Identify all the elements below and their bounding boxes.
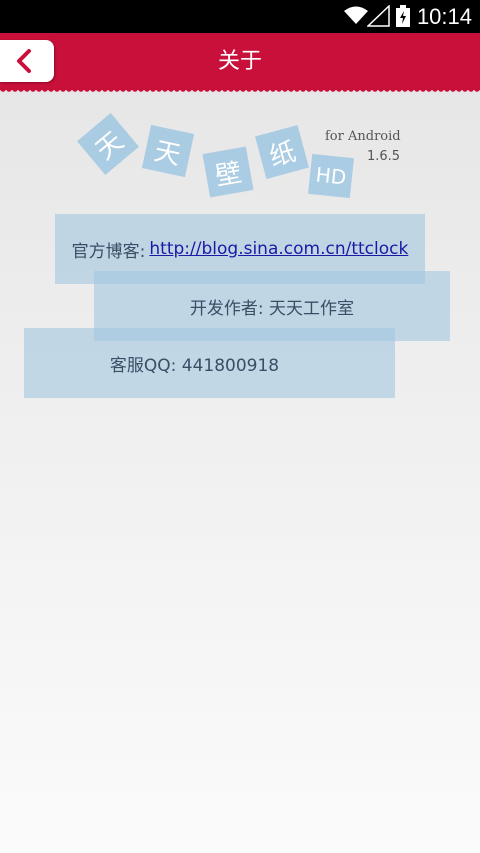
chevron-left-icon	[17, 49, 31, 73]
support-qq-text: 客服QQ: 441800918	[109, 355, 280, 376]
logo-char-5: HD	[308, 153, 354, 199]
status-bar: 10:14	[0, 0, 480, 33]
logo-char-3: 壁	[202, 146, 254, 198]
status-time: 10:14	[416, 4, 472, 29]
page-title: 关于	[217, 49, 262, 74]
logo-char-4: 纸	[255, 125, 309, 179]
battery-charging-icon	[396, 5, 410, 31]
developer-text: 开发作者: 天天工作室	[189, 298, 355, 319]
blog-label: 官方博客:	[71, 241, 146, 262]
app-version: 1.6.5	[367, 149, 401, 164]
wifi-icon	[344, 5, 368, 29]
title-bar: 关于	[0, 33, 480, 95]
signal-icon	[366, 4, 391, 31]
app-logo: 天 天 壁 纸 HD for Android 1.6.5	[77, 112, 408, 207]
logo-platform: for Android	[325, 129, 401, 144]
support-info: 客服QQ: 441800918	[24, 328, 395, 398]
blog-link[interactable]: http://blog.sina.com.cn/ttclock	[149, 239, 408, 259]
back-button[interactable]	[0, 40, 54, 82]
logo-char-1: 天	[77, 113, 139, 175]
logo-char-2: 天	[141, 124, 195, 178]
